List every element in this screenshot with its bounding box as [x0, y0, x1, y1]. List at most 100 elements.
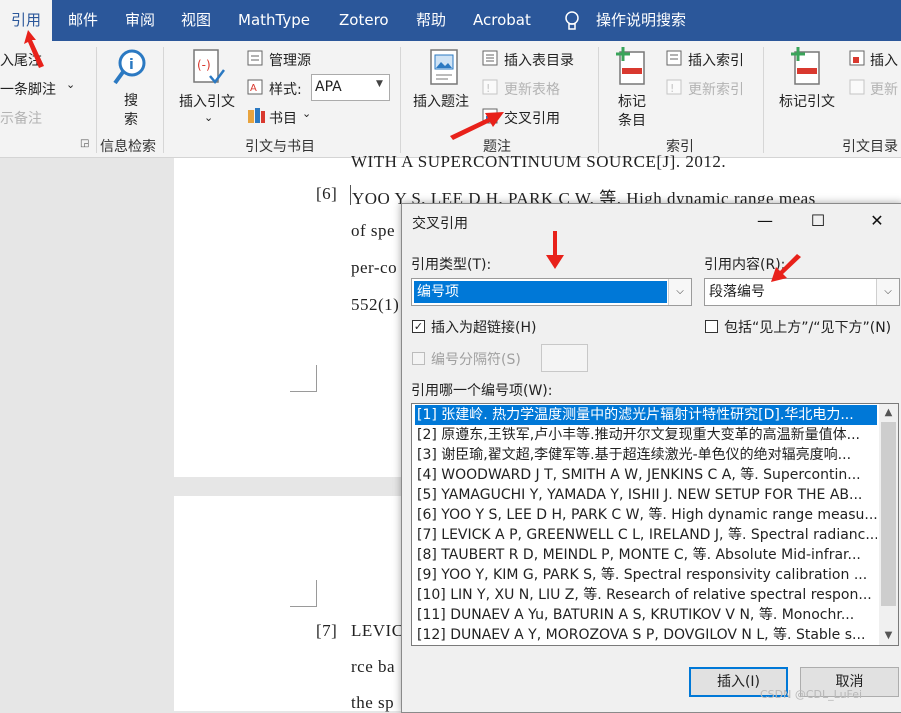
group-label-research: 信息检索: [100, 139, 156, 155]
reference-line: WITH A SUPERCONTINUUM SOURCE[J]. 2012.: [351, 152, 727, 171]
include-above-below-checkbox[interactable]: [705, 320, 718, 333]
reference-line: the sp: [351, 693, 395, 712]
style-select[interactable]: APA ▼: [311, 74, 390, 101]
update-toa-button: 更新: [870, 82, 898, 98]
cross-reference-button[interactable]: 交叉引用: [504, 108, 560, 128]
mark-entry-label-1[interactable]: 标记: [618, 91, 646, 111]
update-table-icon: !: [482, 79, 498, 95]
reference-line: per-co: [351, 258, 398, 277]
manage-sources-button[interactable]: 管理源: [269, 50, 311, 70]
bibliography-icon: [248, 108, 265, 123]
update-toa-icon: [849, 79, 865, 95]
insert-index-button[interactable]: 插入索引: [688, 50, 744, 70]
reference-type-value: 编号项: [414, 281, 667, 303]
svg-text:(-): (-): [197, 58, 211, 72]
list-item[interactable]: [10] LIN Y, XU N, LIU Z, 等. Research of …: [415, 585, 877, 605]
insert-table-of-figures-button[interactable]: 插入表目录: [504, 50, 574, 70]
insert-citation-dropdown-icon[interactable]: ⌄: [204, 111, 213, 124]
bibliography-dropdown-icon[interactable]: ⌄: [302, 107, 311, 120]
list-item[interactable]: [9] YOO Y, KIM G, PARK S, 等. Spectral re…: [415, 565, 877, 585]
scroll-down-icon[interactable]: ▼: [879, 627, 898, 644]
dialog-title: 交叉引用: [412, 216, 468, 232]
insert-toa-button[interactable]: 插入: [870, 50, 898, 70]
reference-number: [7]: [316, 621, 338, 640]
list-item[interactable]: [3] 谢臣瑜,翟文超,李健军等.基于超连续激光-单色仪的绝对辐亮度响...: [415, 445, 877, 465]
chevron-down-icon[interactable]: ⌵: [876, 279, 899, 305]
scroll-up-icon[interactable]: ▲: [879, 404, 898, 421]
tab-acrobat[interactable]: Acrobat: [473, 0, 531, 41]
numbered-items-list[interactable]: [1] 张建岭. 热力学温度测量中的滤光片辐射计特性研究[D].华北电力... …: [411, 403, 899, 646]
svg-text:!: !: [670, 82, 674, 95]
list-item[interactable]: [11] DUNAEV A Yu, BATURIN A S, KRUTIKOV …: [415, 605, 877, 625]
mark-entry-label-2[interactable]: 条目: [618, 110, 646, 130]
cross-reference-dialog: 交叉引用 — ☐ ✕ 引用类型(T): 编号项 ⌵ 引用内容(R): 段落编号 …: [401, 203, 901, 713]
reference-line: rce ba: [351, 657, 396, 676]
list-item[interactable]: [12] DUNAEV A Y, MOROZOVA S P, DOVGILOV …: [415, 625, 877, 645]
annotation-arrow-icon: [546, 231, 564, 269]
list-item[interactable]: [4] WOODWARD J T, SMITH A W, JENKINS C A…: [415, 465, 877, 485]
reference-type-select[interactable]: 编号项 ⌵: [411, 278, 692, 306]
tab-zotero[interactable]: Zotero: [339, 0, 389, 41]
lightbulb-icon: [565, 11, 579, 30]
group-separator: [163, 47, 164, 153]
bibliography-button[interactable]: 书目: [269, 108, 297, 128]
list-item[interactable]: [2] 原遵东,王铁军,卢小丰等.推动开尔文复现重大变革的高温新量值体...: [415, 425, 877, 445]
maximize-button[interactable]: ☐: [795, 204, 841, 238]
reference-line: 552(1): [351, 295, 400, 314]
update-index-button: 更新索引: [688, 82, 744, 98]
list-item[interactable]: [5] YAMAGUCHI Y, YAMADA Y, ISHII J. NEW …: [415, 485, 877, 505]
insert-citation-icon[interactable]: (-): [190, 48, 226, 88]
insert-hyperlink-label[interactable]: 插入为超链接(H): [431, 317, 536, 337]
ribbon-tab-bar: 引用 邮件 审阅 视图 MathType Zotero 帮助 Acrobat 操…: [0, 0, 901, 41]
tell-me-search[interactable]: 操作说明搜索: [596, 0, 686, 41]
tab-help[interactable]: 帮助: [416, 0, 446, 41]
reference-type-label: 引用类型(T):: [411, 257, 492, 273]
insert-caption-icon[interactable]: [428, 48, 460, 88]
dialog-launcher-icon[interactable]: ◲: [80, 138, 89, 149]
close-button[interactable]: ✕: [854, 204, 900, 238]
chevron-down-icon: ▼: [376, 79, 383, 89]
margin-corner-mark: [290, 580, 317, 607]
reference-line: of spe: [351, 221, 396, 240]
list-item[interactable]: [8] TAUBERT R D, MEINDL P, MONTE C, 等. A…: [415, 545, 877, 565]
list-item[interactable]: [1] 张建岭. 热力学温度测量中的滤光片辐射计特性研究[D].华北电力...: [415, 405, 877, 425]
tab-mathtype[interactable]: MathType: [238, 0, 310, 41]
which-item-label: 引用哪一个编号项(W):: [411, 383, 553, 399]
annotation-arrow-icon: [450, 112, 504, 140]
update-table-button: 更新表格: [504, 82, 560, 98]
style-select-value: APA: [315, 79, 342, 95]
mark-citation-icon[interactable]: [789, 46, 823, 88]
include-above-below-label[interactable]: 包括“见上方”/“见下方”(N): [724, 317, 891, 337]
svg-text:!: !: [486, 82, 490, 95]
text-cursor: [350, 185, 351, 205]
next-footnote-button[interactable]: 一条脚注: [0, 79, 56, 99]
next-footnote-dropdown-icon[interactable]: ⌄: [66, 78, 75, 91]
search-label-2: 索: [124, 112, 138, 128]
scrollbar-thumb[interactable]: [881, 422, 896, 606]
annotation-arrow-icon: [771, 254, 801, 282]
style-icon: A: [247, 79, 263, 95]
table-of-figures-icon: [482, 50, 498, 66]
group-separator: [598, 47, 599, 153]
group-separator: [400, 47, 401, 153]
minimize-button[interactable]: —: [742, 204, 788, 238]
reference-line: LEVIC: [351, 621, 404, 640]
mark-citation-button[interactable]: 标记引文: [779, 91, 835, 111]
list-scrollbar[interactable]: ▲ ▼: [879, 404, 898, 645]
chevron-down-icon[interactable]: ⌵: [668, 279, 691, 305]
insert-hyperlink-checkbox[interactable]: ✓: [412, 320, 425, 333]
list-item[interactable]: [6] YOO Y S, LEE D H, PARK C W, 等. High …: [415, 505, 877, 525]
insert-toa-icon: [849, 50, 865, 66]
mark-entry-icon[interactable]: [614, 46, 648, 88]
list-item[interactable]: [7] LEVICK A P, GREENWELL C L, IRELAND J…: [415, 525, 877, 545]
insert-citation-button[interactable]: 插入引文: [179, 91, 235, 111]
tab-mailings[interactable]: 邮件: [68, 0, 98, 41]
group-label-toa: 引文目录: [842, 139, 898, 155]
tab-review[interactable]: 审阅: [125, 0, 155, 41]
search-label-1: 搜: [124, 93, 138, 109]
svg-text:i: i: [129, 57, 134, 73]
show-notes-button: 示备注: [0, 111, 42, 127]
search-icon[interactable]: i: [112, 48, 150, 88]
group-separator: [96, 47, 97, 153]
tab-view[interactable]: 视图: [181, 0, 211, 41]
